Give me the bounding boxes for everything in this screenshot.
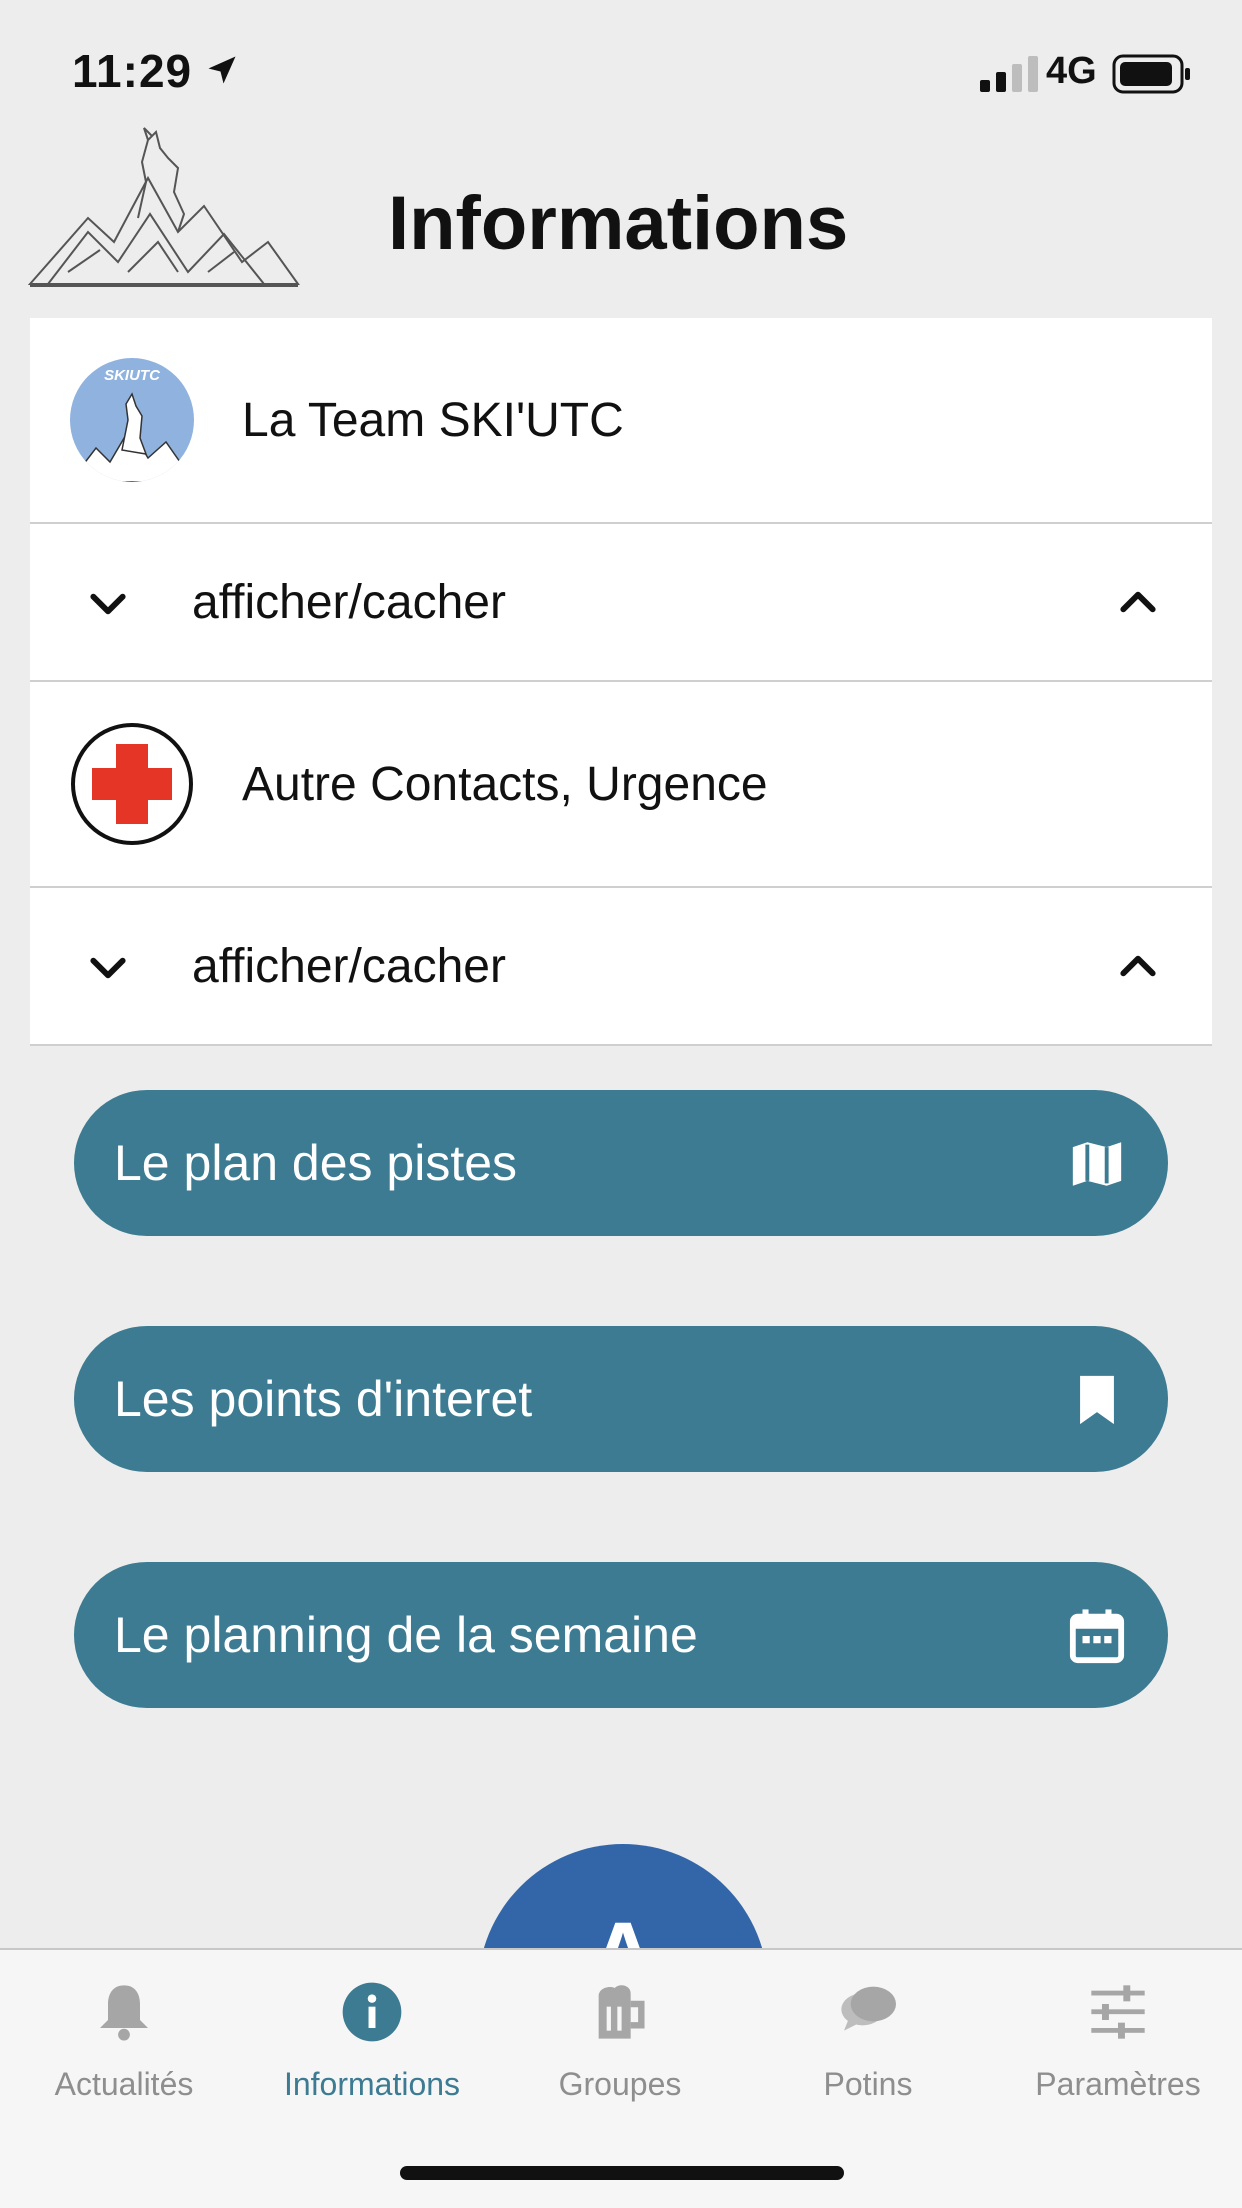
chevron-up-icon[interactable]: [1116, 944, 1160, 988]
map-icon: [1072, 1142, 1122, 1186]
chevron-down-icon: [90, 957, 126, 979]
chevron-down-icon: [90, 593, 126, 615]
signal-icon: [980, 56, 1038, 92]
red-cross-icon: [71, 723, 193, 845]
team-contact-row[interactable]: SKIUTC La Team SKI'UTC: [30, 318, 1212, 524]
beer-mug-icon: [598, 1985, 645, 2039]
tab-informations[interactable]: Informations: [248, 1968, 496, 2118]
emergency-contact-row[interactable]: Autre Contacts, Urgence: [30, 682, 1212, 888]
tab-potins[interactable]: Potins: [744, 1968, 992, 2118]
tab-label: Paramètres: [1035, 2066, 1201, 2102]
wolf-mountain-logo: [28, 127, 300, 287]
chevron-up-icon[interactable]: [1116, 580, 1160, 624]
tab-label: Groupes: [558, 2066, 682, 2102]
battery-icon: [1112, 54, 1190, 94]
team-logo-image: SKIUTC: [70, 358, 194, 482]
emergency-avatar: [70, 722, 194, 846]
points-of-interest-button[interactable]: Les points d'interet: [74, 1326, 1168, 1472]
tab-label: Potins: [823, 2066, 913, 2102]
bell-icon: [100, 1985, 148, 2041]
contact-list: SKIUTC La Team SKI'UTC afficher/cacher A…: [30, 318, 1212, 1046]
sliders-icon: [1091, 1985, 1145, 2039]
network-type: 4G: [1046, 50, 1097, 92]
ski-map-label: Le plan des pistes: [114, 1135, 518, 1191]
week-planning-button[interactable]: Le planning de la semaine: [74, 1562, 1168, 1708]
tab-label: Informations: [283, 2066, 461, 2102]
tab-actualites[interactable]: Actualités: [0, 1968, 248, 2118]
status-time: 11:29: [72, 45, 193, 97]
ski-map-button[interactable]: Le plan des pistes: [74, 1090, 1168, 1236]
home-indicator: [400, 2166, 844, 2180]
week-planning-label: Le planning de la semaine: [114, 1607, 698, 1663]
team-avatar: SKIUTC: [70, 358, 194, 482]
avatar-text: SKIUTC: [104, 367, 161, 384]
tab-parametres[interactable]: Paramètres: [994, 1968, 1242, 2118]
emergency-toggle-label: afficher/cacher: [192, 940, 506, 993]
info-icon: [342, 1982, 402, 2042]
emergency-contact-label: Autre Contacts, Urgence: [242, 758, 768, 811]
emergency-toggle-row[interactable]: afficher/cacher: [30, 888, 1212, 1046]
tab-groupes[interactable]: Groupes: [496, 1968, 744, 2118]
location-arrow-icon: [208, 56, 236, 84]
team-toggle-row[interactable]: afficher/cacher: [30, 524, 1212, 682]
team-toggle-label: afficher/cacher: [192, 576, 506, 629]
bookmark-icon: [1080, 1375, 1114, 1425]
status-bar: 11:29 4G: [0, 0, 1242, 130]
page-title: Informations: [388, 181, 849, 266]
tab-label: Actualités: [54, 2066, 194, 2102]
chat-bubbles-icon: [841, 1986, 896, 2031]
points-of-interest-label: Les points d'interet: [114, 1371, 533, 1427]
calendar-icon: [1069, 1609, 1125, 1664]
team-contact-label: La Team SKI'UTC: [242, 394, 624, 447]
